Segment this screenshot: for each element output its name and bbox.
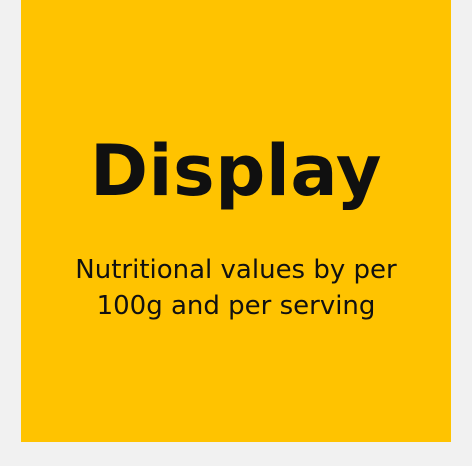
card-title: Display — [89, 130, 383, 212]
feature-card: Display Nutritional values by per 100g a… — [21, 0, 451, 442]
card-subtitle-line-2: 100g and per serving — [96, 291, 376, 321]
card-subtitle: Nutritional values by per 100g and per s… — [21, 252, 451, 324]
card-subtitle-line-1: Nutritional values by per — [75, 255, 397, 285]
page: Display Nutritional values by per 100g a… — [0, 0, 472, 466]
